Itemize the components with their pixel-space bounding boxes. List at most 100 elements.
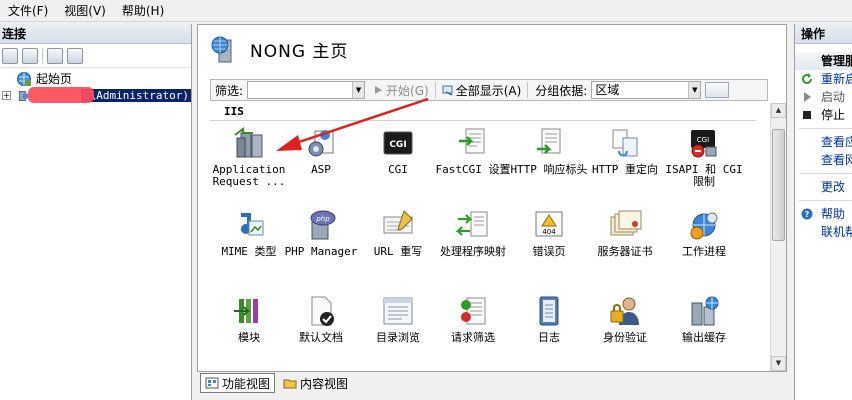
request-filtering-icon: [461, 297, 486, 325]
server-globe-icon: [211, 36, 232, 63]
feature-http-redirect[interactable]: HTTP 重定向: [586, 125, 664, 176]
tree-item-server[interactable]: + G\Administrator): [0, 87, 191, 104]
actions-separator-3: [799, 200, 852, 201]
feature-handler-mappings[interactable]: 处理程序映射: [434, 207, 512, 258]
tab-content-view[interactable]: 内容视图: [279, 373, 352, 393]
menu-bar: 文件(F) 视图(V) 帮助(H): [0, 0, 852, 22]
scroll-down-button[interactable]: ▼: [771, 356, 786, 371]
actions-separator: [799, 128, 852, 129]
fastcgi-icon: [459, 128, 485, 154]
actions-title: 操作: [795, 24, 852, 44]
feature-error-pages[interactable]: 404 错误页: [510, 207, 588, 258]
group-by-value: 区域: [595, 83, 620, 97]
vertical-scrollbar[interactable]: ▲ ▼: [770, 103, 786, 371]
help-icon: ?: [801, 208, 813, 220]
feature-label: 处理程序映射: [440, 245, 506, 258]
toolbar-separator: [42, 47, 43, 64]
show-all-icon: [442, 85, 453, 96]
action-view-app-label: 查看应: [821, 135, 852, 149]
default-document-icon: [311, 296, 334, 326]
action-view-sites[interactable]: 查看网: [795, 151, 852, 169]
feature-url-rewrite[interactable]: URL 重写: [359, 207, 437, 258]
restart-icon: [802, 73, 812, 84]
disconnect-icon[interactable]: [67, 47, 83, 64]
feature-label: 错误页: [532, 245, 566, 258]
save-icon[interactable]: [22, 47, 38, 64]
response-headers-icon: [537, 128, 561, 154]
feature-label: 身份验证: [603, 331, 647, 344]
handler-mappings-icon: [455, 211, 488, 237]
feature-request-filtering[interactable]: 请求筛选: [434, 293, 512, 344]
tree-item-start-page[interactable]: 起始页: [0, 70, 191, 87]
scroll-up-button[interactable]: ▲: [771, 103, 786, 118]
expand-icon[interactable]: +: [2, 91, 11, 100]
feature-worker-processes[interactable]: 工作进程: [665, 207, 743, 258]
feature-label: Application Request ...: [212, 163, 286, 188]
svg-text:?: ?: [805, 210, 810, 219]
feature-label: 工作进程: [682, 245, 726, 258]
up-icon[interactable]: [47, 47, 63, 64]
show-all-label: 全部显示(A): [455, 83, 522, 98]
feature-label: 默认文档: [299, 331, 343, 344]
feature-label: MIME 类型: [221, 245, 277, 258]
feature-label: ASP: [311, 163, 331, 176]
action-start-label: 启动: [821, 90, 846, 104]
feature-label: 日志: [538, 331, 560, 344]
action-stop[interactable]: 停止: [795, 106, 852, 124]
feature-label: 请求筛选: [451, 331, 495, 344]
tab-content-label: 内容视图: [300, 376, 349, 391]
page-title: NONG 主页: [250, 41, 349, 62]
connect-icon[interactable]: [2, 47, 18, 64]
directory-browsing-icon: [383, 297, 413, 325]
feature-directory-browsing[interactable]: 目录浏览: [359, 293, 437, 344]
action-start[interactable]: 启动: [795, 88, 852, 106]
group-by-label: 分组依据:: [535, 83, 588, 98]
feature-label: 服务器证书: [597, 245, 653, 258]
chevron-down-icon[interactable]: ▼: [688, 82, 701, 98]
feature-modules[interactable]: 模块: [210, 293, 288, 344]
feature-logging[interactable]: 日志: [510, 293, 588, 344]
feature-output-caching[interactable]: 输出缓存: [665, 293, 743, 344]
feature-authentication[interactable]: 身份验证: [586, 293, 664, 344]
action-stop-label: 停止: [821, 108, 846, 122]
connections-pane: 连接 起始页 + G\Administrator): [0, 24, 192, 400]
feature-label: 目录浏览: [376, 331, 420, 344]
error-page-icon: 404: [535, 211, 563, 237]
logging-icon: [539, 296, 559, 326]
feature-label: HTTP 重定向: [591, 163, 659, 176]
actions-pane: 操作 管理服 重新启 启动 停止 查看应 查看网 更改 ? 帮助 联机帮: [794, 24, 852, 400]
feature-mime-types[interactable]: MIME 类型: [210, 207, 288, 258]
group-by-select[interactable]: 区域 ▼: [591, 81, 702, 99]
action-help[interactable]: ? 帮助: [795, 205, 852, 223]
group-title: IIS: [224, 105, 244, 118]
feature-http-response-headers[interactable]: HTTP 响应标头: [510, 125, 588, 176]
show-all-button[interactable]: 全部显示(A): [439, 82, 525, 99]
menu-help[interactable]: 帮助(H): [114, 0, 172, 22]
scroll-thumb[interactable]: [772, 129, 785, 241]
filter-label: 筛选:: [215, 83, 244, 98]
home-pane: NONG 主页 筛选: ▼ 开始(G) 全部显示(A) 分组依据: 区域 ▼ II…: [197, 24, 787, 372]
feature-fastcgi[interactable]: FastCGI 设置: [434, 125, 512, 176]
feature-label: 输出缓存: [682, 331, 726, 344]
action-view-applications[interactable]: 查看应: [795, 133, 852, 151]
menu-file[interactable]: 文件(F): [0, 0, 56, 22]
manage-server-heading: 管理服: [795, 52, 852, 70]
worker-process-icon: [690, 212, 718, 240]
action-restart-label: 重新启: [821, 72, 852, 86]
feature-isapi-cgi-restrictions[interactable]: CGI ISAPI 和 CGI 限制: [665, 125, 743, 188]
tab-features-view[interactable]: 功能视图: [200, 373, 276, 393]
action-online-help[interactable]: 联机帮: [795, 223, 852, 241]
action-view-site-label: 查看网: [821, 153, 852, 167]
svg-text:CGI: CGI: [697, 136, 709, 144]
view-mode-button[interactable]: [705, 82, 730, 98]
menu-view[interactable]: 视图(V): [56, 0, 114, 22]
feature-php-manager[interactable]: php PHP Manager: [282, 207, 360, 258]
url-rewrite-icon: [383, 210, 413, 234]
feature-default-document[interactable]: 默认文档: [282, 293, 360, 344]
mime-icon: [241, 213, 264, 236]
feature-label: FastCGI 设置: [435, 163, 511, 176]
action-change[interactable]: 更改: [795, 178, 852, 196]
feature-server-certificates[interactable]: 服务器证书: [586, 207, 664, 258]
action-restart[interactable]: 重新启: [795, 70, 852, 88]
arr-server-icon: [234, 127, 263, 158]
